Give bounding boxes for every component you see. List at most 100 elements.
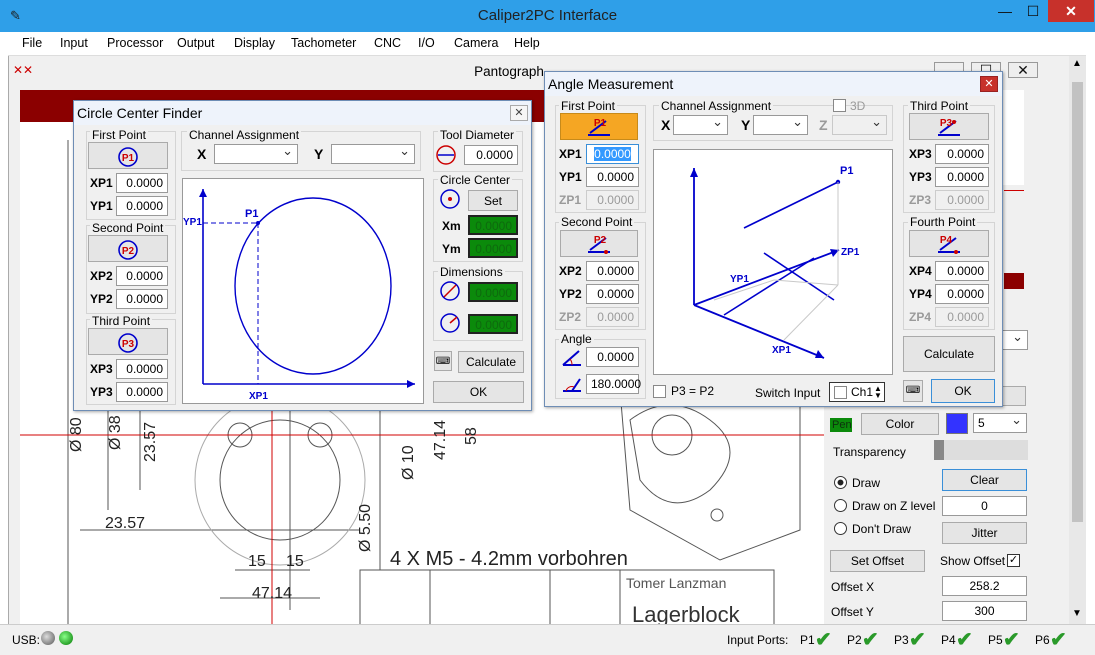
am-diagram-zp1-label: ZP1 [841,247,860,258]
show-offset-checkbox[interactable]: ✓ [1007,554,1020,567]
minimize-button[interactable]: — [990,0,1020,22]
pen-color-swatch[interactable] [946,413,968,434]
am-close-button[interactable]: ✕ [980,76,998,92]
menu-file[interactable]: File [22,36,42,50]
maximize-button[interactable]: ☐ [1018,0,1048,22]
set-offset-button[interactable]: Set Offset [830,550,925,572]
diameter-icon [438,279,462,303]
menu-processor[interactable]: Processor [107,36,163,50]
ccf-keyboard-icon[interactable]: ⌨ [434,351,452,371]
scroll-up-icon[interactable]: ▲ [1072,58,1082,69]
am-ch1-toggle[interactable]: Ch1 ▲ ▼ [829,382,885,402]
am-yp1-input[interactable]: 0.0000 [586,167,639,187]
jitter-button[interactable]: Jitter [942,522,1027,544]
ccf-p2-button[interactable]: P2 [88,235,168,262]
am-yp4-input[interactable]: 0.0000 [935,284,989,304]
am-p3-equals-p2-checkbox[interactable] [653,385,666,398]
ccf-p1-button[interactable]: P1 [88,142,168,169]
ccf-diagram-p1-label: P1 [245,208,258,220]
ccf-tool-diameter-input[interactable]: 0.0000 [464,145,518,165]
port-p3-label: P3 [894,633,909,647]
am-ch1-spinner[interactable]: ▲ ▼ [874,385,882,400]
ccf-yp3-input[interactable]: 0.0000 [116,382,168,402]
ccf-ok-button[interactable]: OK [433,381,524,403]
am-ok-button[interactable]: OK [931,379,995,403]
am-yp2-label: YP2 [559,287,582,301]
am-p3-button[interactable]: P3 [909,113,989,140]
offset-x-input[interactable]: 258.2 [942,576,1027,596]
am-xp4-input[interactable]: 0.0000 [935,261,989,281]
menu-input[interactable]: Input [60,36,88,50]
am-3d-checkbox[interactable] [833,99,846,112]
close-button[interactable]: ✕ [1048,0,1094,22]
transparency-slider-thumb[interactable] [934,440,944,460]
port-p5-check-icon: ✔ [1003,629,1020,651]
ccf-xp3-input[interactable]: 0.0000 [116,359,168,379]
ccf-p2-icon: P2 [122,246,135,257]
am-xp3-input[interactable]: 0.0000 [935,144,989,164]
ccf-y-select[interactable] [331,143,415,164]
color-button[interactable]: Color [861,413,939,435]
right-combo[interactable] [1000,329,1028,350]
ccf-yp2-label: YP2 [90,292,113,306]
am-xp1-input[interactable]: 0.0000 [586,144,639,164]
ccf-calculate-button[interactable]: Calculate [458,351,524,373]
ccf-diameter-value: 0.0000 [468,282,518,302]
pantograph-close-button[interactable]: ✕ [1008,62,1038,78]
pen-label: Pen [830,418,852,432]
am-p1-button[interactable]: P1 [560,113,638,140]
am-yp4-label: YP4 [909,287,932,301]
menu-help[interactable]: Help [514,36,540,50]
scroll-down-icon[interactable]: ▼ [1072,608,1082,619]
vertical-scrollbar[interactable]: ▲ ▼ [1069,56,1086,624]
circle-center-icon [438,187,462,211]
ccf-yp2-input[interactable]: 0.0000 [116,289,168,309]
dim-label: 15 [248,553,266,570]
am-channel-label: Channel Assignment [659,99,774,113]
ccf-yp1-input[interactable]: 0.0000 [116,196,168,216]
am-diagram-xp1-label: XP1 [772,345,791,356]
am-yp3-input[interactable]: 0.0000 [935,167,989,187]
ccf-y-label: Y [314,146,324,162]
draw-label: Draw [852,476,881,490]
right-partial-button[interactable] [1000,386,1026,406]
tool-diameter-icon [434,143,458,167]
am-x-select[interactable] [673,114,728,135]
ccf-x-select[interactable] [214,143,298,164]
am-first-point-label: First Point [559,99,618,113]
menu-io[interactable]: I/O [418,36,435,50]
am-calculate-button[interactable]: Calculate [903,336,995,372]
ccf-set-button[interactable]: Set [468,190,518,211]
menu-camera[interactable]: Camera [454,36,498,50]
ccf-close-button[interactable]: ✕ [510,105,528,121]
ccf-xp1-input[interactable]: 0.0000 [116,173,168,193]
draw-radio[interactable] [834,476,847,489]
ccf-p3-button[interactable]: P3 [88,328,168,355]
ccf-xp2-input[interactable]: 0.0000 [116,266,168,286]
pen-size-select[interactable]: 5 [973,412,1027,433]
am-p4-button[interactable]: P4 [909,230,989,257]
clear-button[interactable]: Clear [942,469,1027,491]
menu-bar: File Input Processor Output Display Tach… [8,32,1086,56]
am-xp2-input[interactable]: 0.0000 [586,261,639,281]
draw-z-radio[interactable] [834,499,847,512]
am-title: Angle Measurement [545,72,1002,96]
menu-display[interactable]: Display [234,36,275,50]
am-zp2-label: ZP2 [559,310,582,324]
menu-cnc[interactable]: CNC [374,36,401,50]
menu-output[interactable]: Output [177,36,215,50]
offset-y-input[interactable]: 300 [942,601,1027,621]
am-keyboard-icon[interactable]: ⌨ [903,380,923,402]
am-zp4-label: ZP4 [909,310,932,324]
scroll-thumb[interactable] [1072,82,1083,522]
am-y-select[interactable] [753,114,808,135]
am-yp2-input[interactable]: 0.0000 [586,284,639,304]
dont-draw-radio[interactable] [834,522,847,535]
port-p1-label: P1 [800,633,815,647]
menu-tachometer[interactable]: Tachometer [291,36,356,50]
ccf-p3-icon: P3 [122,339,135,350]
am-p2-button[interactable]: P2 [560,230,638,257]
z-level-input[interactable]: 0 [942,496,1027,516]
transparency-slider[interactable] [934,440,1028,460]
am-ch1-checkbox[interactable] [834,386,847,399]
